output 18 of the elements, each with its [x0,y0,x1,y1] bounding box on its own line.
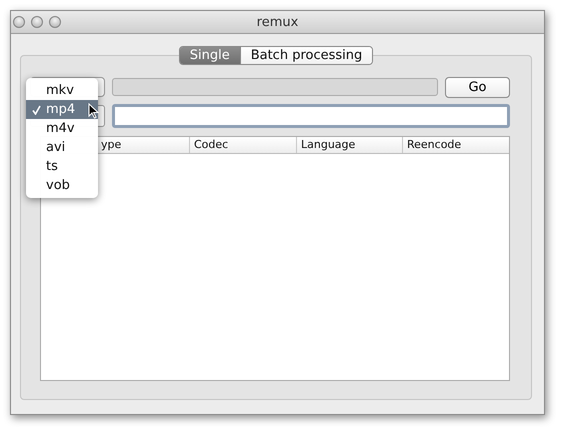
menu-item[interactable]: mp4 [26,100,98,119]
menu-item[interactable]: mkv [26,81,98,100]
column-header[interactable]: Reencode [402,137,509,153]
close-button[interactable] [13,16,25,28]
file-path-field[interactable] [112,104,510,128]
menu-item[interactable]: ts [26,157,98,176]
window-title: remux [256,14,298,30]
checkmark-icon [32,104,40,114]
menu-item[interactable]: avi [26,138,98,157]
tab[interactable]: Single [180,47,240,64]
go-button[interactable]: Go [445,76,510,98]
menu-item[interactable]: m4v [26,119,98,138]
zoom-button[interactable] [49,16,61,28]
column-header[interactable]: Codec [189,137,296,153]
menu-item[interactable]: vob [26,176,98,195]
column-header[interactable]: Language [296,137,402,153]
minimize-button[interactable] [31,16,43,28]
tab[interactable]: Batch processing [240,47,372,64]
